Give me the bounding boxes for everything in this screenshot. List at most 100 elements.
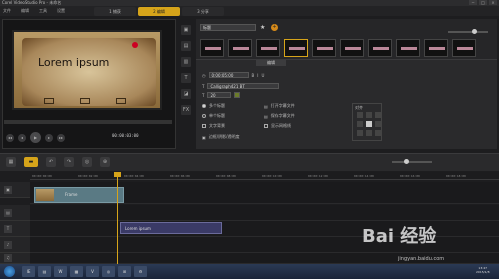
title-clip[interactable]: Lorem ipsum xyxy=(120,222,222,234)
timeline-view-icon[interactable]: ▬ xyxy=(24,157,38,167)
title-icon[interactable]: T xyxy=(181,73,191,83)
save-subtitle-icon[interactable]: ▤ xyxy=(264,114,268,119)
menu-edit[interactable]: 编辑 xyxy=(21,6,29,16)
storyboard-view-icon[interactable]: ▦ xyxy=(6,157,16,167)
overlay-lane[interactable] xyxy=(30,205,499,221)
end-button[interactable]: ▸▸ xyxy=(57,133,65,142)
overlay-track-icon[interactable]: ▤ xyxy=(4,209,12,217)
align-cell[interactable] xyxy=(357,130,363,136)
title-thumb[interactable] xyxy=(200,39,224,57)
close-button[interactable]: × xyxy=(489,0,497,5)
music-track-icon[interactable]: ♫ xyxy=(4,254,12,262)
taskbar-app[interactable]: ▤ xyxy=(38,266,51,277)
tab-share[interactable]: 3 分享 xyxy=(182,7,224,16)
step-tabs: 1 捕获 2 编辑 3 分享 xyxy=(94,7,224,16)
underline-icon[interactable]: U xyxy=(261,73,264,78)
media-icon[interactable]: ▣ xyxy=(181,25,191,35)
menu-file[interactable]: 文件 xyxy=(3,6,11,16)
star-icon[interactable]: ★ xyxy=(260,24,267,31)
zoom-slider[interactable] xyxy=(392,161,432,163)
graphic-icon[interactable]: ◪ xyxy=(181,89,191,99)
align-cell[interactable] xyxy=(357,121,363,127)
add-icon[interactable]: + xyxy=(271,24,278,31)
grid-label: 显示网格线 xyxy=(271,123,291,128)
slider-knob[interactable] xyxy=(472,29,477,34)
title-thumb[interactable] xyxy=(368,39,392,57)
duration-field[interactable]: 0:00:05:00 xyxy=(208,72,249,78)
zoom-fit-icon[interactable]: ⊕ xyxy=(100,157,110,167)
align-cell[interactable] xyxy=(375,121,381,127)
multi-title-radio[interactable] xyxy=(202,104,206,108)
title-thumb[interactable] xyxy=(396,39,420,57)
tab-capture[interactable]: 1 捕获 xyxy=(94,7,136,16)
title-thumb[interactable] xyxy=(256,39,280,57)
taskbar-app[interactable]: ⚙ xyxy=(134,266,147,277)
taskbar-app[interactable]: W xyxy=(54,266,67,277)
title-thumb[interactable] xyxy=(228,39,252,57)
bold-icon[interactable]: B xyxy=(252,73,255,78)
taskbar-app[interactable]: V xyxy=(86,266,99,277)
open-subtitle-icon[interactable]: ▤ xyxy=(264,104,268,109)
align-cell-selected[interactable] xyxy=(366,121,372,127)
thumbnail-size-slider[interactable] xyxy=(448,31,488,33)
preview-screen[interactable]: Lorem ipsum xyxy=(12,30,162,110)
category-dropdown[interactable]: 标题 xyxy=(200,24,256,31)
align-cell[interactable] xyxy=(357,112,363,118)
border-shadow-label[interactable]: 边框/阴影/透明度 xyxy=(209,134,240,140)
grid-checkbox[interactable] xyxy=(264,124,268,128)
menu-tools[interactable]: 工具 xyxy=(39,6,47,16)
border-icon[interactable]: ▣ xyxy=(202,135,206,140)
system-clock[interactable]: 13:47 2015/1/8 xyxy=(476,266,489,274)
title-thumb[interactable] xyxy=(312,39,336,57)
title-thumb-selected[interactable] xyxy=(284,39,308,57)
border-shadow-row: ▣ 边框/阴影/透明度 xyxy=(202,134,239,140)
redo-icon[interactable]: ↷ xyxy=(64,157,74,167)
font-dropdown[interactable]: Calligraph421 BT xyxy=(207,83,280,89)
timeline-ruler[interactable]: 00:00:00:00 00:00:02:00 00:00:04:00 00:0… xyxy=(30,172,499,180)
preview-timecode[interactable]: 00:00:03:00 xyxy=(112,133,139,138)
record-icon[interactable]: ◎ xyxy=(82,157,92,167)
text-bg-checkbox[interactable] xyxy=(202,124,206,128)
taskbar-app[interactable]: IE xyxy=(22,266,35,277)
playhead-handle[interactable] xyxy=(114,172,121,177)
align-cell[interactable] xyxy=(366,130,372,136)
track-head-music: ♫ xyxy=(0,253,30,264)
clock-date: 2015/1/8 xyxy=(476,270,490,274)
ruler-tick: 00:00:00:00 xyxy=(32,174,52,178)
options-tab-edit[interactable]: 编辑 xyxy=(256,60,286,66)
voice-track-icon[interactable]: ♪ xyxy=(4,241,12,249)
font-size-field[interactable]: 20 xyxy=(207,92,232,98)
title-thumb[interactable] xyxy=(452,39,476,57)
align-cell[interactable] xyxy=(366,112,372,118)
title-thumb[interactable] xyxy=(424,39,448,57)
instant-project-icon[interactable]: ▤ xyxy=(181,41,191,51)
minimize-button[interactable]: − xyxy=(469,0,477,5)
video-clip[interactable]: Frame xyxy=(34,187,124,203)
scrub-bar[interactable] xyxy=(4,120,172,124)
tab-edit[interactable]: 2 编辑 xyxy=(138,7,180,16)
align-cell[interactable] xyxy=(375,112,381,118)
transition-icon[interactable]: ▥ xyxy=(181,57,191,67)
preview-title-text[interactable]: Lorem ipsum xyxy=(38,56,109,69)
maximize-button[interactable]: □ xyxy=(479,0,487,5)
zoom-knob[interactable] xyxy=(404,159,409,164)
title-thumb[interactable] xyxy=(340,39,364,57)
filter-icon[interactable]: FX xyxy=(181,105,191,115)
title-track-icon[interactable]: T xyxy=(4,225,12,233)
taskbar-app[interactable]: ◎ xyxy=(102,266,115,277)
video-track-icon[interactable]: ▣ xyxy=(4,186,12,194)
italic-icon[interactable]: I xyxy=(257,73,258,78)
start-button[interactable] xyxy=(4,266,15,277)
play-button[interactable]: ▶ xyxy=(30,132,41,143)
menu-settings[interactable]: 设置 xyxy=(57,6,65,16)
taskbar-app[interactable]: ▦ xyxy=(70,266,83,277)
prev-frame-button[interactable]: ◂ xyxy=(18,133,26,142)
undo-icon[interactable]: ↶ xyxy=(46,157,56,167)
home-button[interactable]: ◂◂ xyxy=(6,133,14,142)
font-color-swatch[interactable] xyxy=(234,92,241,98)
text-bg-row: 文字背景 xyxy=(202,123,225,129)
single-title-radio[interactable] xyxy=(202,114,206,118)
taskbar-app[interactable]: ⊞ xyxy=(118,266,131,277)
align-cell[interactable] xyxy=(375,130,381,136)
next-frame-button[interactable]: ▸ xyxy=(45,133,53,142)
